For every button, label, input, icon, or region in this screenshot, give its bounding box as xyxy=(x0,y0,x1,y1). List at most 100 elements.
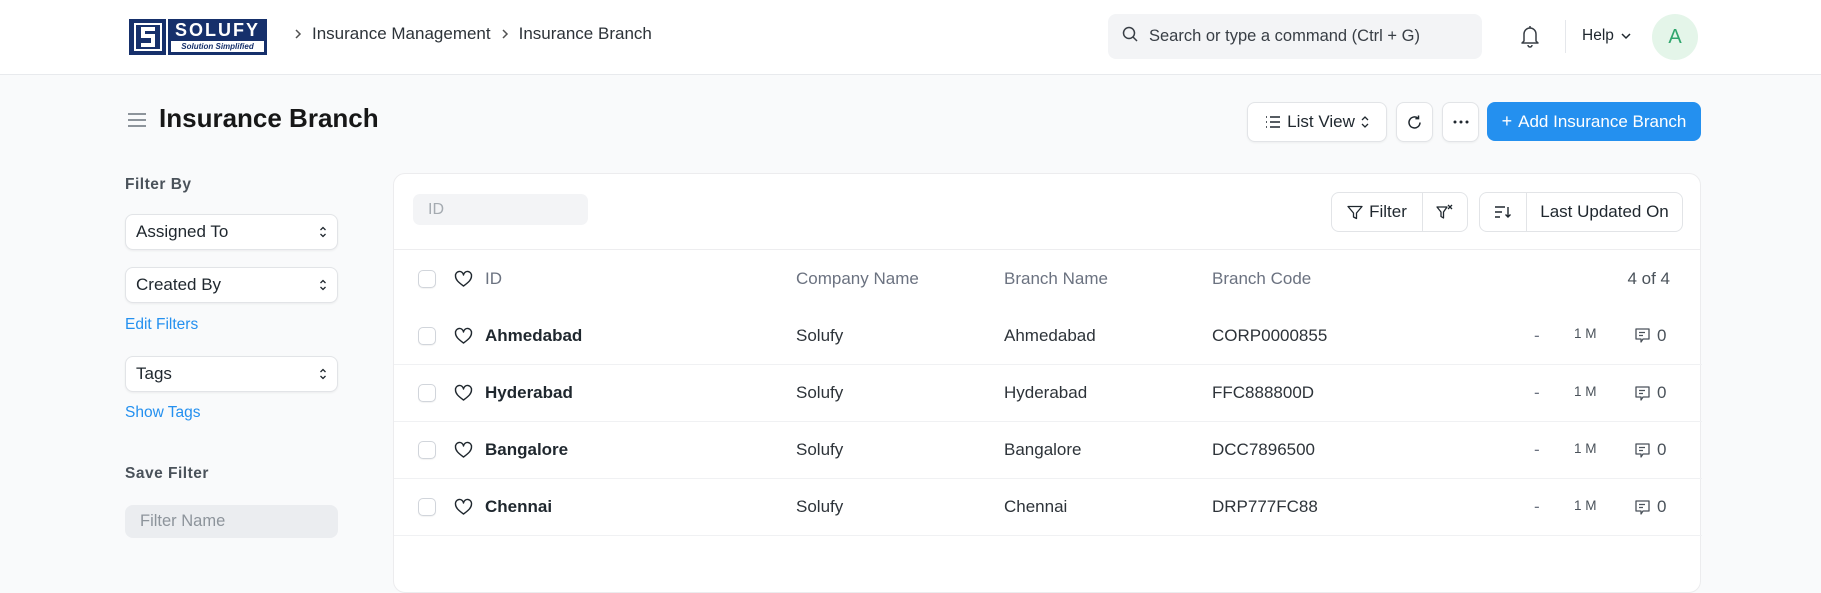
id-filter-input[interactable]: ID xyxy=(413,194,588,225)
comment-icon xyxy=(1635,442,1650,458)
solufy-logo[interactable]: SOLUFY Solution Simplified xyxy=(129,19,267,55)
search-icon xyxy=(1122,26,1139,48)
heart-icon[interactable] xyxy=(454,327,473,344)
column-header-branch-code[interactable]: Branch Code xyxy=(1212,269,1311,289)
list-row[interactable]: Ahmedabad Solufy Ahmedabad CORP0000855 -… xyxy=(394,307,1702,364)
row-checkbox[interactable] xyxy=(418,326,436,345)
ellipsis-icon xyxy=(1453,120,1468,124)
comment-count: 0 xyxy=(1657,383,1667,402)
help-label: Help xyxy=(1582,27,1614,44)
avatar[interactable]: A xyxy=(1652,14,1698,60)
notification-bell-icon[interactable] xyxy=(1519,24,1541,53)
sort-group: Last Updated On xyxy=(1479,192,1683,232)
page-title: Insurance Branch xyxy=(159,103,379,133)
tags-filter[interactable]: Tags xyxy=(125,356,338,392)
created-by-filter[interactable]: Created By xyxy=(125,267,338,303)
comment-icon xyxy=(1635,385,1650,401)
refresh-button[interactable] xyxy=(1396,102,1433,142)
chevron-right-icon xyxy=(293,28,303,40)
tags-label: Tags xyxy=(136,364,172,383)
column-header-branch-name[interactable]: Branch Name xyxy=(1004,269,1108,289)
row-branch-code: CORP0000855 xyxy=(1212,325,1328,345)
list-card: ID Filter Last Updated On ID Company Nam… xyxy=(393,173,1702,593)
logo-mark-icon xyxy=(129,19,166,55)
row-branch-code: DCC7896500 xyxy=(1212,440,1316,459)
heart-icon[interactable] xyxy=(454,441,473,459)
row-assigned: - xyxy=(1534,325,1540,345)
clear-filter-button[interactable] xyxy=(1422,193,1467,231)
row-checkbox[interactable] xyxy=(418,384,436,402)
sort-direction-button[interactable] xyxy=(1480,193,1526,231)
sidebar-toggle-icon[interactable] xyxy=(127,112,147,133)
row-comments[interactable]: 0 xyxy=(1634,440,1666,460)
filter-button[interactable]: Filter xyxy=(1332,193,1422,231)
row-branch-name: Chennai xyxy=(1004,497,1068,516)
breadcrumb-insurance-branch[interactable]: Insurance Branch xyxy=(519,24,652,44)
row-company-name: Solufy xyxy=(796,383,844,402)
navbar-divider xyxy=(1565,20,1566,53)
row-id-link[interactable]: Chennai xyxy=(485,497,552,517)
chevron-right-icon xyxy=(500,28,510,40)
search-placeholder: Search or type a command (Ctrl + G) xyxy=(1149,27,1420,45)
select-arrows-icon xyxy=(320,279,326,291)
show-tags-link[interactable]: Show Tags xyxy=(125,404,201,422)
row-id-link[interactable]: Hyderabad xyxy=(485,383,573,403)
row-modified: 1 M xyxy=(1574,498,1597,513)
comment-count: 0 xyxy=(1657,497,1667,516)
row-comments[interactable]: 0 xyxy=(1634,383,1666,403)
select-all-checkbox[interactable] xyxy=(418,269,436,288)
sort-field-button[interactable]: Last Updated On xyxy=(1526,193,1682,231)
heart-icon[interactable] xyxy=(454,498,473,516)
filter-name-input[interactable]: Filter Name xyxy=(125,505,338,538)
row-branch-code: DRP777FC88 xyxy=(1212,497,1318,516)
refresh-icon xyxy=(1408,115,1421,129)
view-selector-button[interactable]: List View xyxy=(1247,102,1387,142)
column-header-id[interactable]: ID xyxy=(485,269,502,289)
heart-icon[interactable] xyxy=(454,384,473,402)
more-options-button[interactable] xyxy=(1442,102,1479,142)
comment-icon xyxy=(1635,499,1650,515)
assigned-to-filter[interactable]: Assigned To xyxy=(125,214,338,250)
edit-filters-link[interactable]: Edit Filters xyxy=(125,316,198,334)
row-branch-code: FFC888800D xyxy=(1212,383,1315,402)
help-dropdown[interactable]: Help xyxy=(1582,27,1632,45)
list-row[interactable]: Hyderabad Solufy Hyderabad FFC888800D - … xyxy=(394,364,1702,421)
add-button-label: Add Insurance Branch xyxy=(1518,111,1687,131)
chevron-down-icon xyxy=(1621,33,1631,40)
row-id-link[interactable]: Bangalore xyxy=(485,440,568,460)
breadcrumb-insurance-management[interactable]: Insurance Management xyxy=(312,24,491,44)
row-branch-name: Ahmedabad xyxy=(1004,325,1096,345)
select-arrows-icon xyxy=(1361,116,1369,128)
row-company-name: Solufy xyxy=(796,440,844,459)
created-by-label: Created By xyxy=(136,275,222,294)
row-modified: 1 M xyxy=(1574,384,1597,399)
list-row[interactable]: Chennai Solufy Chennai DRP777FC88 - 1 M … xyxy=(394,478,1702,535)
row-company-name: Solufy xyxy=(796,325,844,345)
sort-descending-icon xyxy=(1495,206,1511,218)
list-end-divider xyxy=(394,535,1702,536)
filter-label: Filter xyxy=(1369,202,1407,221)
filter-group: Filter xyxy=(1331,192,1468,232)
add-insurance-branch-button[interactable]: + Add Insurance Branch xyxy=(1487,102,1701,141)
list-row[interactable]: Bangalore Solufy Bangalore DCC7896500 - … xyxy=(394,421,1702,478)
row-company-name: Solufy xyxy=(796,497,844,516)
column-header-company-name[interactable]: Company Name xyxy=(796,269,919,289)
row-checkbox[interactable] xyxy=(418,498,436,516)
row-comments[interactable]: 0 xyxy=(1634,497,1666,517)
sort-field-label: Last Updated On xyxy=(1540,202,1669,221)
plus-icon: + xyxy=(1501,111,1513,131)
breadcrumb: Insurance Management Insurance Branch xyxy=(284,24,652,44)
comment-icon xyxy=(1635,328,1650,343)
list-header-row: ID Company Name Branch Name Branch Code … xyxy=(394,250,1702,307)
row-assigned: - xyxy=(1534,440,1540,459)
search-input[interactable]: Search or type a command (Ctrl + G) xyxy=(1108,14,1482,59)
comment-count: 0 xyxy=(1657,440,1667,459)
list-icon xyxy=(1266,116,1281,128)
row-assigned: - xyxy=(1534,383,1540,402)
heart-icon[interactable] xyxy=(454,270,473,287)
row-checkbox[interactable] xyxy=(418,441,436,459)
row-comments[interactable]: 0 xyxy=(1634,326,1666,346)
row-branch-name: Hyderabad xyxy=(1004,383,1088,402)
assigned-to-label: Assigned To xyxy=(136,222,229,241)
row-id-link[interactable]: Ahmedabad xyxy=(485,326,582,346)
